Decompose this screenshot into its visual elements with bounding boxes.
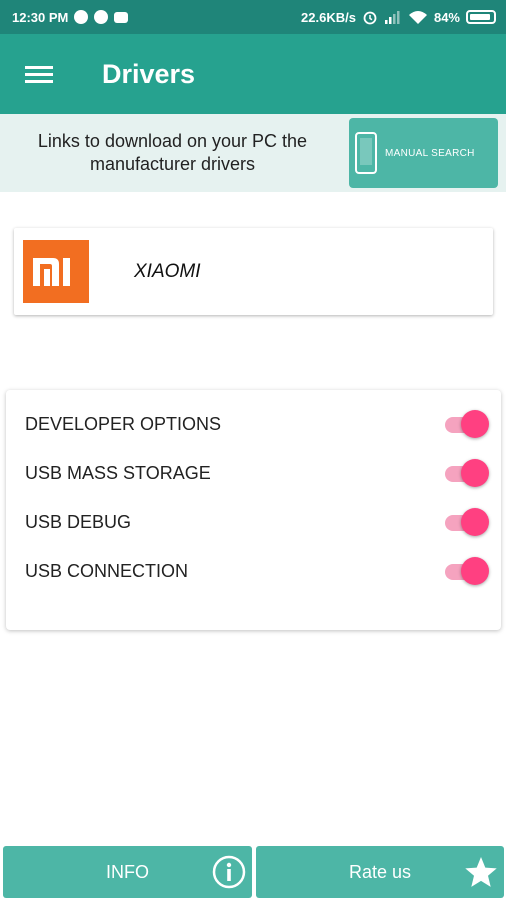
status-bar-right: 22.6KB/s 84%: [301, 9, 496, 25]
wifi-icon: [408, 10, 427, 24]
game-notification-icon: [114, 11, 129, 23]
usb-mass-storage-toggle[interactable]: [443, 458, 491, 488]
status-bar-left: 12:30 PM: [12, 9, 129, 25]
app-bar: Drivers: [0, 34, 506, 114]
manufacturer-card[interactable]: XIAOMI: [14, 228, 493, 315]
rate-us-label: Rate us: [348, 861, 412, 882]
option-label: USB MASS STORAGE: [25, 462, 211, 483]
shield-notification-icon: [74, 10, 89, 24]
battery-percent: 84%: [433, 9, 460, 25]
messenger-notification-icon: [94, 10, 109, 24]
usb-connection-toggle[interactable]: [443, 556, 491, 586]
option-row-usb-debug: USB DEBUG: [6, 502, 501, 542]
manual-search-button[interactable]: MANUAL SEARCH: [349, 118, 498, 188]
alarm-icon: [363, 11, 377, 25]
network-speed: 22.6KB/s: [301, 9, 356, 25]
usb-debug-toggle[interactable]: [443, 507, 491, 537]
page-title: Drivers: [102, 58, 196, 89]
signal-icon: [384, 11, 400, 24]
banner-text: Links to download on your PC the manufac…: [37, 131, 308, 174]
options-card: DEVELOPER OPTIONS USB MASS STORAGE USB D…: [6, 390, 501, 630]
option-label: USB CONNECTION: [25, 560, 189, 581]
star-icon: [465, 857, 497, 887]
manufacturer-name: XIAOMI: [134, 260, 201, 282]
option-row-developer-options: DEVELOPER OPTIONS: [6, 404, 501, 444]
developer-options-toggle[interactable]: [443, 409, 491, 439]
phone-icon: [355, 132, 377, 174]
hamburger-menu-icon[interactable]: [25, 62, 55, 86]
option-label: DEVELOPER OPTIONS: [25, 413, 222, 434]
xiaomi-logo: [23, 240, 89, 303]
option-row-usb-mass-storage: USB MASS STORAGE: [6, 453, 501, 493]
info-button[interactable]: INFO: [3, 846, 252, 898]
status-time: 12:30 PM: [12, 9, 69, 25]
info-circle-icon: [212, 855, 246, 889]
manual-search-label: MANUAL SEARCH: [385, 147, 475, 159]
info-banner: Links to download on your PC the manufac…: [0, 114, 506, 192]
option-row-usb-connection: USB CONNECTION: [6, 551, 501, 591]
status-bar: 12:30 PM 22.6KB/s 84%: [0, 0, 506, 34]
rate-us-button[interactable]: Rate us: [256, 846, 504, 898]
battery-icon: [466, 10, 496, 24]
option-label: USB DEBUG: [25, 511, 132, 532]
info-button-label: INFO: [106, 861, 149, 882]
